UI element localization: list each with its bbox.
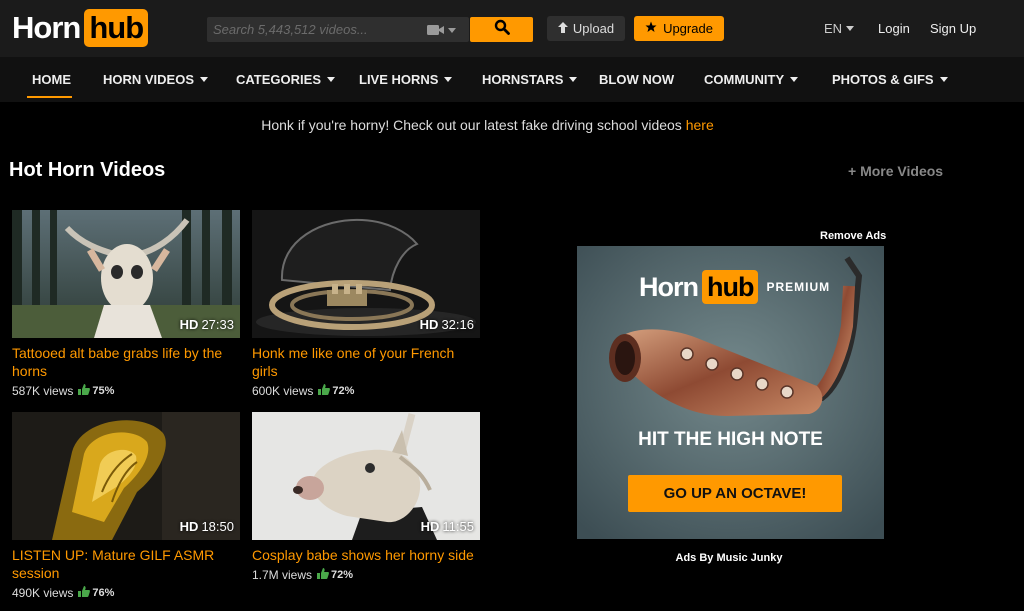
upload-label: Upload (572, 21, 615, 36)
site-logo[interactable]: Horn hub (12, 9, 149, 47)
plus-icon: + (848, 163, 857, 179)
search-button[interactable] (470, 17, 533, 42)
more-videos-link[interactable]: + More Videos (848, 163, 943, 179)
nav-item-blow-now[interactable]: BLOW NOW (599, 72, 674, 87)
top-header: Horn hub Upload Upgrade (0, 0, 1024, 57)
video-meta: 600K views 72% (252, 384, 480, 398)
promo-notice: Honk if you're horny! Check out our late… (0, 117, 975, 133)
rating: 76% (78, 586, 114, 600)
chevron-down-icon (327, 77, 335, 82)
nav-item-community[interactable]: COMMUNITY (704, 72, 799, 87)
language-selector[interactable]: EN (824, 21, 855, 36)
video-thumbnail[interactable]: HD 32:16 (252, 210, 480, 338)
video-duration: HD 32:16 (419, 317, 474, 332)
nav-item-hornstars[interactable]: HORNSTARS (482, 72, 578, 87)
ad-cta-button[interactable]: GO UP AN OCTAVE! (628, 475, 842, 512)
rating: 72% (318, 384, 354, 398)
promo-notice-link[interactable]: here (686, 117, 714, 133)
active-nav-indicator (27, 96, 72, 98)
video-camera-filter-icon[interactable] (427, 23, 457, 37)
remove-ads-link[interactable]: Remove Ads (820, 230, 886, 242)
video-card[interactable]: HD 32:16 Honk me like one of your French … (252, 210, 480, 398)
hd-badge: HD (419, 317, 439, 332)
chevron-down-icon (444, 77, 453, 82)
chevron-down-icon (200, 77, 209, 82)
upgrade-label: Upgrade (663, 21, 713, 36)
thumbs-up-icon (318, 384, 331, 398)
nav-item-label: HORNSTARS (482, 72, 564, 87)
view-count: 587K views (12, 384, 74, 398)
logo-text-right: hub (84, 9, 149, 47)
nav-item-label: LIVE HORNS (359, 72, 439, 87)
view-count: 490K views (12, 586, 74, 600)
nav-item-live-horns[interactable]: LIVE HORNS (359, 72, 453, 87)
star-icon (645, 21, 657, 36)
search-input[interactable] (207, 17, 407, 42)
view-count: 600K views (252, 384, 314, 398)
nav-item-label: COMMUNITY (704, 72, 785, 87)
rating: 72% (317, 568, 353, 582)
nav-item-horn-videos[interactable]: HORN VIDEOS (103, 72, 209, 87)
video-duration: HD 11:55 (420, 519, 474, 534)
video-card[interactable]: HD 27:33 Tattooed alt babe grabs life by … (12, 210, 240, 398)
chevron-down-icon (846, 26, 855, 31)
upload-arrow-icon (557, 21, 568, 36)
nav-item-label: CATEGORIES (236, 72, 321, 87)
thumbs-up-icon (78, 586, 91, 600)
video-title[interactable]: Honk me like one of your French girls (252, 344, 480, 380)
view-count: 1.7M views (252, 568, 313, 582)
thumbs-up-icon (317, 568, 329, 582)
ad-logo: Horn hub PREMIUM (639, 270, 830, 304)
video-duration: HD 18:50 (179, 519, 234, 534)
chevron-down-icon (569, 77, 578, 82)
premium-ad-banner[interactable]: Horn hub PREMIUM HIT THE HIGH NOTE GO UP… (577, 246, 884, 539)
ad-logo-text-right: hub (702, 270, 759, 304)
main-nav: HOME HORN VIDEOS CATEGORIES LIVE HORNS H… (0, 57, 1024, 102)
video-duration: HD 27:33 (179, 317, 234, 332)
upload-button[interactable]: Upload (547, 16, 625, 41)
nav-item-label: HOME (32, 72, 71, 87)
upgrade-button[interactable]: Upgrade (634, 16, 724, 41)
video-thumbnail[interactable]: HD 27:33 (12, 210, 240, 338)
login-link[interactable]: Login (878, 21, 910, 36)
ad-headline: HIT THE HIGH NOTE (638, 429, 823, 450)
logo-text-left: Horn (12, 10, 81, 45)
nav-item-label: HORN VIDEOS (103, 72, 195, 87)
promo-notice-text: Honk if you're horny! Check out our late… (261, 117, 686, 133)
chevron-down-icon (790, 77, 799, 82)
language-label: EN (824, 21, 843, 36)
more-videos-label: More Videos (860, 163, 944, 179)
nav-item-photos-gifs[interactable]: PHOTOS & GIFS (832, 72, 948, 87)
hd-badge: HD (420, 519, 440, 534)
ads-by-label[interactable]: Ads By Music Junky (0, 552, 1024, 564)
section-title: Hot Horn Videos (9, 159, 166, 181)
hd-badge: HD (179, 519, 199, 534)
video-meta: 1.7M views 72% (252, 568, 480, 582)
video-title[interactable]: Tattooed alt babe grabs life by the horn… (12, 344, 240, 380)
video-meta: 587K views 75% (12, 384, 240, 398)
hd-badge: HD (179, 317, 199, 332)
video-card[interactable]: HD 18:50 LISTEN UP: Mature GILF ASMR sess… (12, 412, 240, 600)
thumbs-up-icon (78, 384, 91, 398)
chevron-down-icon (939, 77, 948, 82)
nav-item-home[interactable]: HOME (32, 72, 71, 87)
search-box (207, 17, 469, 42)
signup-link[interactable]: Sign Up (930, 21, 976, 36)
nav-item-label: PHOTOS & GIFS (832, 72, 934, 87)
video-thumbnail[interactable]: HD 18:50 (12, 412, 240, 540)
ad-logo-text-left: Horn (639, 271, 699, 302)
search-icon (494, 19, 510, 40)
video-thumbnail[interactable]: HD 11:55 (252, 412, 480, 540)
video-meta: 490K views 76% (12, 586, 240, 600)
nav-item-categories[interactable]: CATEGORIES (236, 72, 335, 87)
ad-premium-label: PREMIUM (766, 280, 831, 294)
rating: 75% (78, 384, 114, 398)
nav-item-label: BLOW NOW (599, 72, 675, 87)
